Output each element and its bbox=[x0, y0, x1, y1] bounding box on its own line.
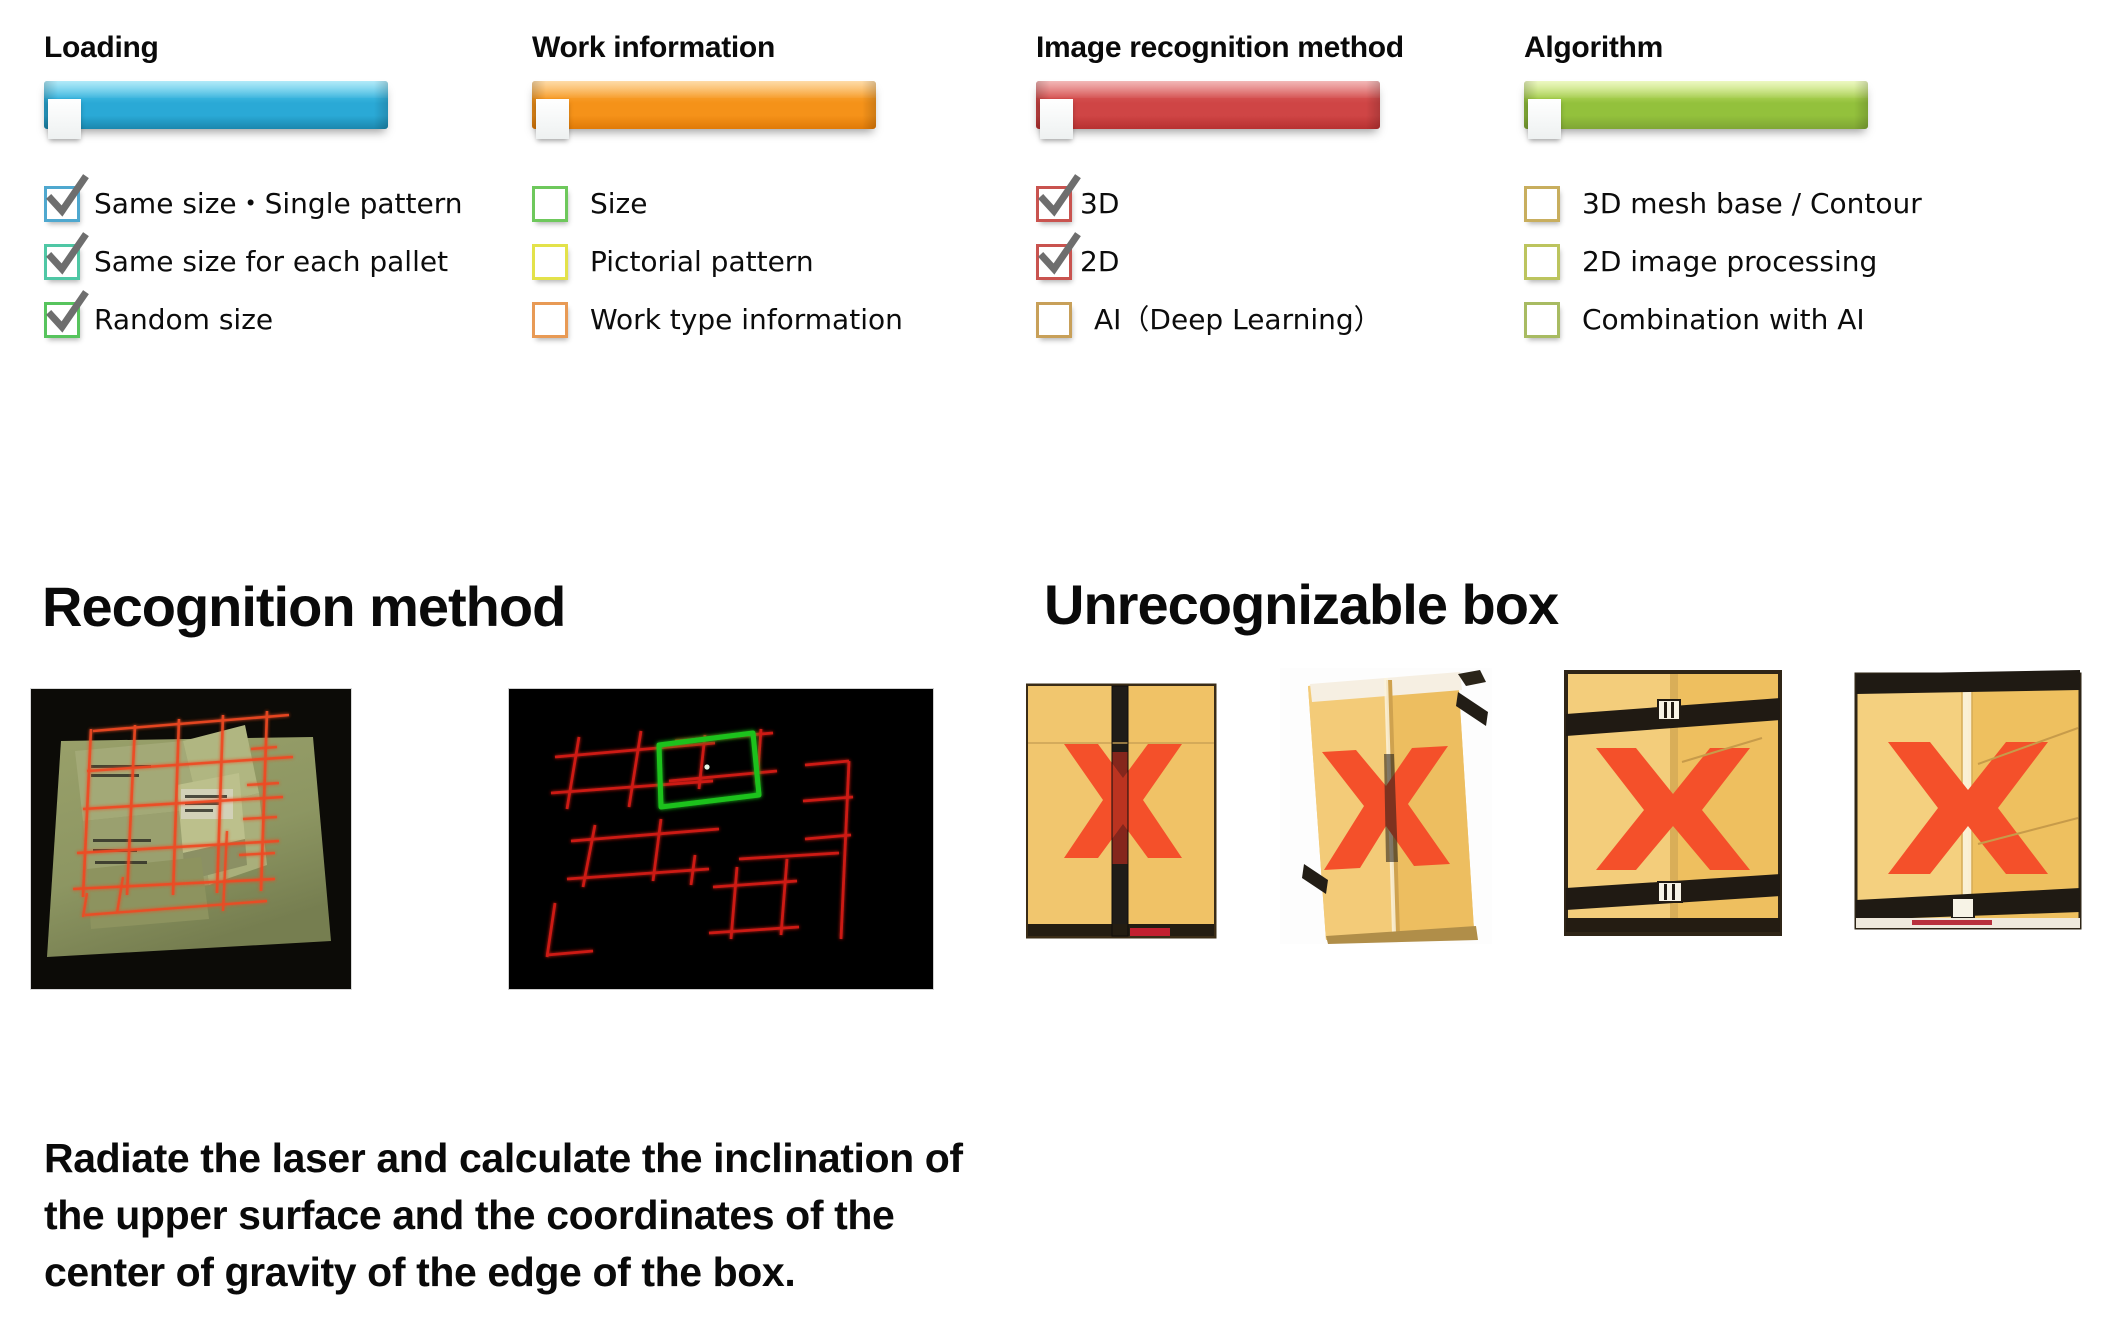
checkbox-ai-deep-learning[interactable] bbox=[1036, 302, 1072, 338]
option-row[interactable]: Same size・Single pattern bbox=[44, 174, 463, 233]
checkbox-work-type-information[interactable] bbox=[532, 302, 568, 338]
checkbox-2d[interactable] bbox=[1036, 232, 1081, 280]
checkbox-same-size-single-pattern[interactable] bbox=[44, 174, 89, 222]
laser-photo-2-graphic bbox=[509, 689, 933, 989]
recognition-method-caption: Radiate the laser and calculate the incl… bbox=[44, 1135, 963, 1295]
algorithm-progress-bar[interactable] bbox=[1524, 81, 1868, 129]
checkbox-size[interactable] bbox=[532, 186, 568, 222]
bar-bevel-right bbox=[862, 81, 876, 129]
option-label: Work type information bbox=[590, 303, 903, 336]
checkbox-3d-mesh-base-contour[interactable] bbox=[1524, 186, 1560, 222]
column-title-work-information: Work information bbox=[532, 31, 775, 64]
option-label: Pictorial pattern bbox=[590, 245, 814, 278]
image-recognition-progress-bar[interactable] bbox=[1036, 81, 1380, 129]
option-label: Combination with AI bbox=[1582, 303, 1865, 336]
unrecognizable-box-photo-4 bbox=[1852, 668, 2084, 936]
column-title-image-recognition-method: Image recognition method bbox=[1036, 31, 1404, 64]
option-row[interactable]: Pictorial pattern bbox=[532, 233, 903, 291]
checkbox-same-size-each-pallet[interactable] bbox=[44, 232, 89, 280]
bar-gloss bbox=[1524, 81, 1868, 98]
option-label: AI（Deep Learning） bbox=[1094, 303, 1382, 336]
option-row[interactable]: Random size bbox=[44, 290, 463, 349]
checkbox-combination-with-ai[interactable] bbox=[1524, 302, 1560, 338]
work-information-progress-bar[interactable] bbox=[532, 81, 876, 129]
column-title-loading: Loading bbox=[44, 31, 159, 64]
matrix-column-work-information: Work information Size Pictorial pattern … bbox=[532, 30, 903, 349]
unrecognizable-box-photo-2 bbox=[1280, 668, 1492, 944]
box-photo-3-graphic bbox=[1562, 670, 1784, 938]
option-label: Same size for each pallet bbox=[94, 245, 449, 278]
option-label: Size bbox=[590, 187, 648, 220]
image-recognition-bar-wrap bbox=[1036, 81, 1404, 139]
algorithm-bar-handle[interactable] bbox=[1528, 99, 1561, 139]
bar-bevel-right bbox=[1366, 81, 1380, 129]
option-label: 2D bbox=[1080, 245, 1120, 278]
option-label: 3D bbox=[1080, 187, 1120, 220]
unrecognizable-box-photo-3 bbox=[1562, 670, 1784, 938]
bar-bevel-right bbox=[1854, 81, 1868, 129]
capability-matrix: Loading Same size・Single pattern Same si… bbox=[0, 0, 2128, 460]
loading-bar-wrap bbox=[44, 81, 463, 139]
option-row[interactable]: 3D mesh base / Contour bbox=[1524, 175, 1922, 233]
matrix-column-loading: Loading Same size・Single pattern Same si… bbox=[44, 30, 463, 349]
option-row[interactable]: 2D bbox=[1036, 232, 1404, 291]
box-photo-2-graphic bbox=[1280, 668, 1492, 944]
option-label: Random size bbox=[94, 303, 274, 336]
unrecognizable-box-photo-1 bbox=[1026, 682, 1222, 940]
option-label: 3D mesh base / Contour bbox=[1582, 187, 1922, 220]
option-label: 2D image processing bbox=[1582, 245, 1878, 278]
option-row[interactable]: AI（Deep Learning） bbox=[1036, 291, 1404, 349]
section-title-recognition-method: Recognition method bbox=[42, 575, 566, 638]
option-row[interactable]: Combination with AI bbox=[1524, 291, 1922, 349]
bar-gloss bbox=[1036, 81, 1380, 98]
option-row[interactable]: 2D image processing bbox=[1524, 233, 1922, 291]
loading-progress-bar[interactable] bbox=[44, 81, 388, 129]
work-information-bar-handle[interactable] bbox=[536, 99, 569, 139]
laser-photo-1-graphic bbox=[31, 689, 351, 989]
checkbox-3d[interactable] bbox=[1036, 174, 1081, 222]
loading-options: Same size・Single pattern Same size for e… bbox=[44, 174, 463, 349]
option-row[interactable]: 3D bbox=[1036, 174, 1404, 233]
loading-bar-handle[interactable] bbox=[48, 99, 81, 139]
work-information-options: Size Pictorial pattern Work type informa… bbox=[532, 175, 903, 349]
algorithm-options: 3D mesh base / Contour 2D image processi… bbox=[1524, 175, 1922, 349]
box-photo-1-graphic bbox=[1026, 682, 1222, 940]
option-row[interactable]: Size bbox=[532, 175, 903, 233]
work-information-bar-wrap bbox=[532, 81, 903, 139]
option-row[interactable]: Work type information bbox=[532, 291, 903, 349]
matrix-column-image-recognition-method: Image recognition method 3D 2D AI（Deep L… bbox=[1036, 30, 1404, 349]
laser-grid-on-boxes-photo bbox=[30, 688, 352, 990]
section-title-unrecognizable-box: Unrecognizable box bbox=[1044, 573, 1559, 636]
checkbox-2d-image-processing[interactable] bbox=[1524, 244, 1560, 280]
column-title-algorithm: Algorithm bbox=[1524, 31, 1663, 64]
algorithm-bar-wrap bbox=[1524, 81, 1922, 139]
box-photo-4-graphic bbox=[1852, 668, 2084, 936]
checkbox-random-size[interactable] bbox=[44, 290, 89, 338]
image-recognition-options: 3D 2D AI（Deep Learning） bbox=[1036, 174, 1404, 349]
bar-bevel-right bbox=[374, 81, 388, 129]
image-recognition-bar-handle[interactable] bbox=[1040, 99, 1073, 139]
bar-gloss bbox=[44, 81, 388, 98]
bar-gloss bbox=[532, 81, 876, 98]
checkbox-pictorial-pattern[interactable] bbox=[532, 244, 568, 280]
option-row[interactable]: Same size for each pallet bbox=[44, 232, 463, 291]
laser-grid-detection-photo bbox=[508, 688, 934, 990]
option-label: Same size・Single pattern bbox=[94, 187, 463, 220]
matrix-column-algorithm: Algorithm 3D mesh base / Contour 2D imag… bbox=[1524, 30, 1922, 349]
